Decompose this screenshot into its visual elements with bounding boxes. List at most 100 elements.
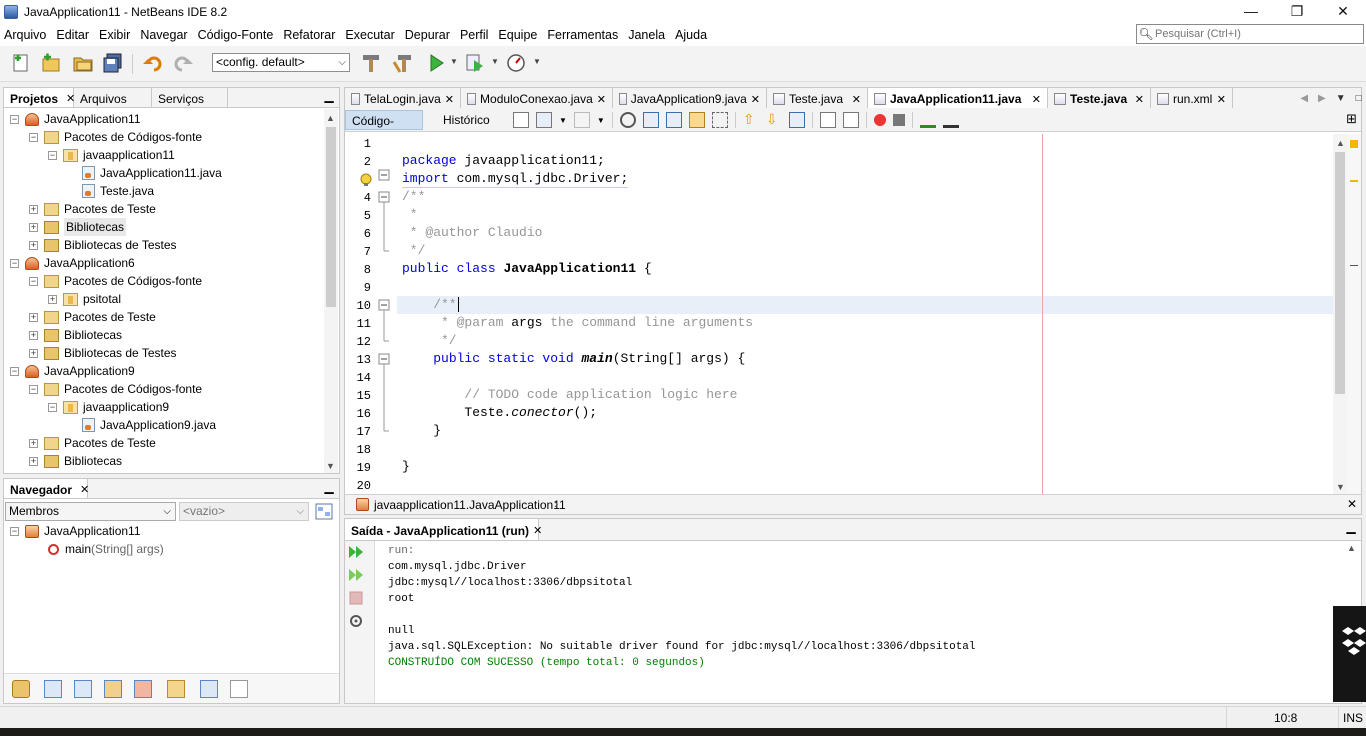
scroll-tabs-right-icon[interactable]: ▶: [1318, 93, 1326, 104]
editor-tab-runxml[interactable]: run.xml ✕: [1151, 88, 1233, 108]
tree-item[interactable]: + Bibliotecas: [29, 218, 127, 236]
config-select[interactable]: <config. default> ⌵: [212, 53, 350, 72]
collapse-icon[interactable]: −: [29, 132, 38, 142]
minimize-panel-button[interactable]: ▁: [319, 88, 339, 107]
open-project-icon[interactable]: [72, 52, 94, 74]
sort-by-name-icon[interactable]: [230, 680, 248, 698]
settings-icon[interactable]: [348, 613, 364, 629]
tree-item[interactable]: − JavaApplication6: [10, 254, 135, 272]
menu-codigo-fonte[interactable]: Código-Fonte: [194, 28, 280, 42]
expand-icon[interactable]: +: [29, 312, 38, 322]
sort-icon[interactable]: [12, 680, 30, 698]
editor-tab-javaapplication9[interactable]: JavaApplication9.java ✕: [613, 88, 767, 108]
tree-item[interactable]: JavaApplication9.java: [67, 416, 216, 434]
select-rect-icon[interactable]: [711, 112, 728, 128]
profile-icon[interactable]: [505, 52, 527, 74]
close-icon[interactable]: ✕: [852, 93, 861, 106]
navigator-method-main[interactable]: main (String[] args): [48, 540, 164, 558]
tree-item[interactable]: + Bibliotecas de Testes: [29, 344, 177, 362]
maximize-editor-icon[interactable]: □: [1356, 93, 1362, 104]
show-fields-icon[interactable]: [44, 680, 62, 698]
tree-item[interactable]: + Pacotes de Teste: [29, 308, 156, 326]
collapse-icon[interactable]: −: [48, 402, 57, 412]
menu-refatorar[interactable]: Refatorar: [279, 28, 341, 42]
output-console[interactable]: run: com.mysql.jdbc.Driver jdbc:mysql//loc…: [376, 543, 1331, 701]
previous-bookmark-icon[interactable]: ⇧: [743, 112, 759, 128]
tab-list-icon[interactable]: ▼: [1336, 93, 1346, 104]
scroll-tabs-left-icon[interactable]: ◀: [1300, 93, 1308, 104]
find-next-icon[interactable]: [665, 112, 682, 128]
close-icon[interactable]: ✕: [1217, 93, 1226, 106]
maximize-button[interactable]: ❐: [1274, 0, 1320, 24]
build-hammer-icon[interactable]: [360, 52, 382, 74]
minimize-panel-button[interactable]: ▁: [319, 479, 339, 498]
show-nonpublic-icon[interactable]: [104, 680, 122, 698]
expand-icon[interactable]: +: [29, 204, 38, 214]
close-icon[interactable]: ✕: [751, 93, 760, 106]
chevron-down-icon[interactable]: ▼: [559, 116, 567, 125]
editor-tab-teste-modified[interactable]: Teste.java ✕: [1048, 88, 1151, 108]
close-button[interactable]: ✕: [1320, 0, 1366, 24]
navigator-root[interactable]: − JavaApplication11: [10, 522, 141, 540]
new-project-icon[interactable]: [40, 52, 62, 74]
toggle-highlight-icon[interactable]: [688, 112, 705, 128]
tree-item[interactable]: Teste.java: [67, 182, 154, 200]
new-file-icon[interactable]: [10, 52, 32, 74]
expand-icon[interactable]: +: [48, 294, 57, 304]
tree-item[interactable]: − JavaApplication9: [10, 362, 135, 380]
menu-janela[interactable]: Janela: [624, 28, 671, 42]
code-editor[interactable]: package javaapplication11; import com.my…: [397, 134, 1333, 494]
back-icon[interactable]: [536, 112, 552, 128]
menu-equipe[interactable]: Equipe: [494, 28, 543, 42]
context-select[interactable]: <vazio> ⌵: [179, 502, 309, 521]
tree-item[interactable]: JavaApplication11.java: [67, 164, 222, 182]
start-macro-icon[interactable]: [873, 114, 886, 126]
collapse-icon[interactable]: −: [29, 384, 38, 394]
collapse-icon[interactable]: −: [10, 366, 19, 376]
menu-exibir[interactable]: Exibir: [95, 28, 136, 42]
split-editor-icon[interactable]: ⊞: [1346, 111, 1357, 127]
menu-navegar[interactable]: Navegar: [136, 28, 193, 42]
editor-tab-telalogin[interactable]: TelaLogin.java ✕: [345, 88, 461, 108]
forward-icon[interactable]: [573, 112, 590, 128]
undo-icon[interactable]: [142, 52, 164, 74]
insert-mode[interactable]: INS: [1343, 711, 1363, 725]
minimize-button[interactable]: —: [1228, 0, 1274, 24]
close-icon[interactable]: ✕: [1032, 93, 1041, 106]
chevron-down-icon[interactable]: ▼: [597, 116, 605, 125]
tree-item[interactable]: + Bibliotecas: [29, 452, 122, 470]
expand-icon[interactable]: +: [29, 240, 38, 250]
tree-item[interactable]: − Pacotes de Códigos-fonte: [29, 128, 202, 146]
run-icon[interactable]: [425, 52, 447, 74]
tree-item[interactable]: − Pacotes de Códigos-fonte: [29, 272, 202, 290]
search-box[interactable]: 🔍︎: [1136, 24, 1364, 44]
expand-icon[interactable]: +: [29, 438, 38, 448]
editor-tab-javaapplication11[interactable]: JavaApplication11.java ✕: [868, 88, 1048, 108]
sort-by-source-icon[interactable]: [200, 680, 218, 698]
tree-item[interactable]: − javaapplication11: [48, 146, 175, 164]
next-bookmark-icon[interactable]: ⇩: [766, 112, 782, 128]
redo-icon[interactable]: [172, 52, 194, 74]
find-icon[interactable]: [619, 112, 636, 128]
show-static-icon[interactable]: [74, 680, 92, 698]
minimize-panel-button[interactable]: ▁: [1341, 519, 1361, 540]
tab-navegador[interactable]: Navegador ✕: [4, 479, 89, 498]
menu-depurar[interactable]: Depurar: [401, 28, 456, 42]
tree-item[interactable]: + Bibliotecas: [29, 326, 122, 344]
error-stripe[interactable]: [1347, 134, 1361, 494]
view-source-tab[interactable]: Código-Fonte: [345, 110, 423, 148]
menu-ferramentas[interactable]: Ferramentas: [543, 28, 624, 42]
tree-item[interactable]: + psitotal: [48, 290, 121, 308]
stop-icon[interactable]: [348, 590, 364, 606]
comment-icon[interactable]: [919, 112, 936, 128]
close-icon[interactable]: ✕: [1135, 93, 1144, 106]
chevron-right-icon[interactable]: ›: [554, 496, 558, 511]
tab-projetos[interactable]: Projetos ✕: [4, 88, 75, 107]
tree-item[interactable]: + Pacotes de Teste: [29, 434, 156, 452]
tree-item[interactable]: + Pacotes de Teste: [29, 200, 156, 218]
run-dropdown-icon[interactable]: ▼: [450, 57, 458, 66]
collapse-icon[interactable]: −: [10, 258, 19, 268]
find-previous-icon[interactable]: [642, 112, 659, 128]
rerun-icon[interactable]: [348, 544, 364, 560]
show-inherited-icon[interactable]: [134, 680, 152, 698]
